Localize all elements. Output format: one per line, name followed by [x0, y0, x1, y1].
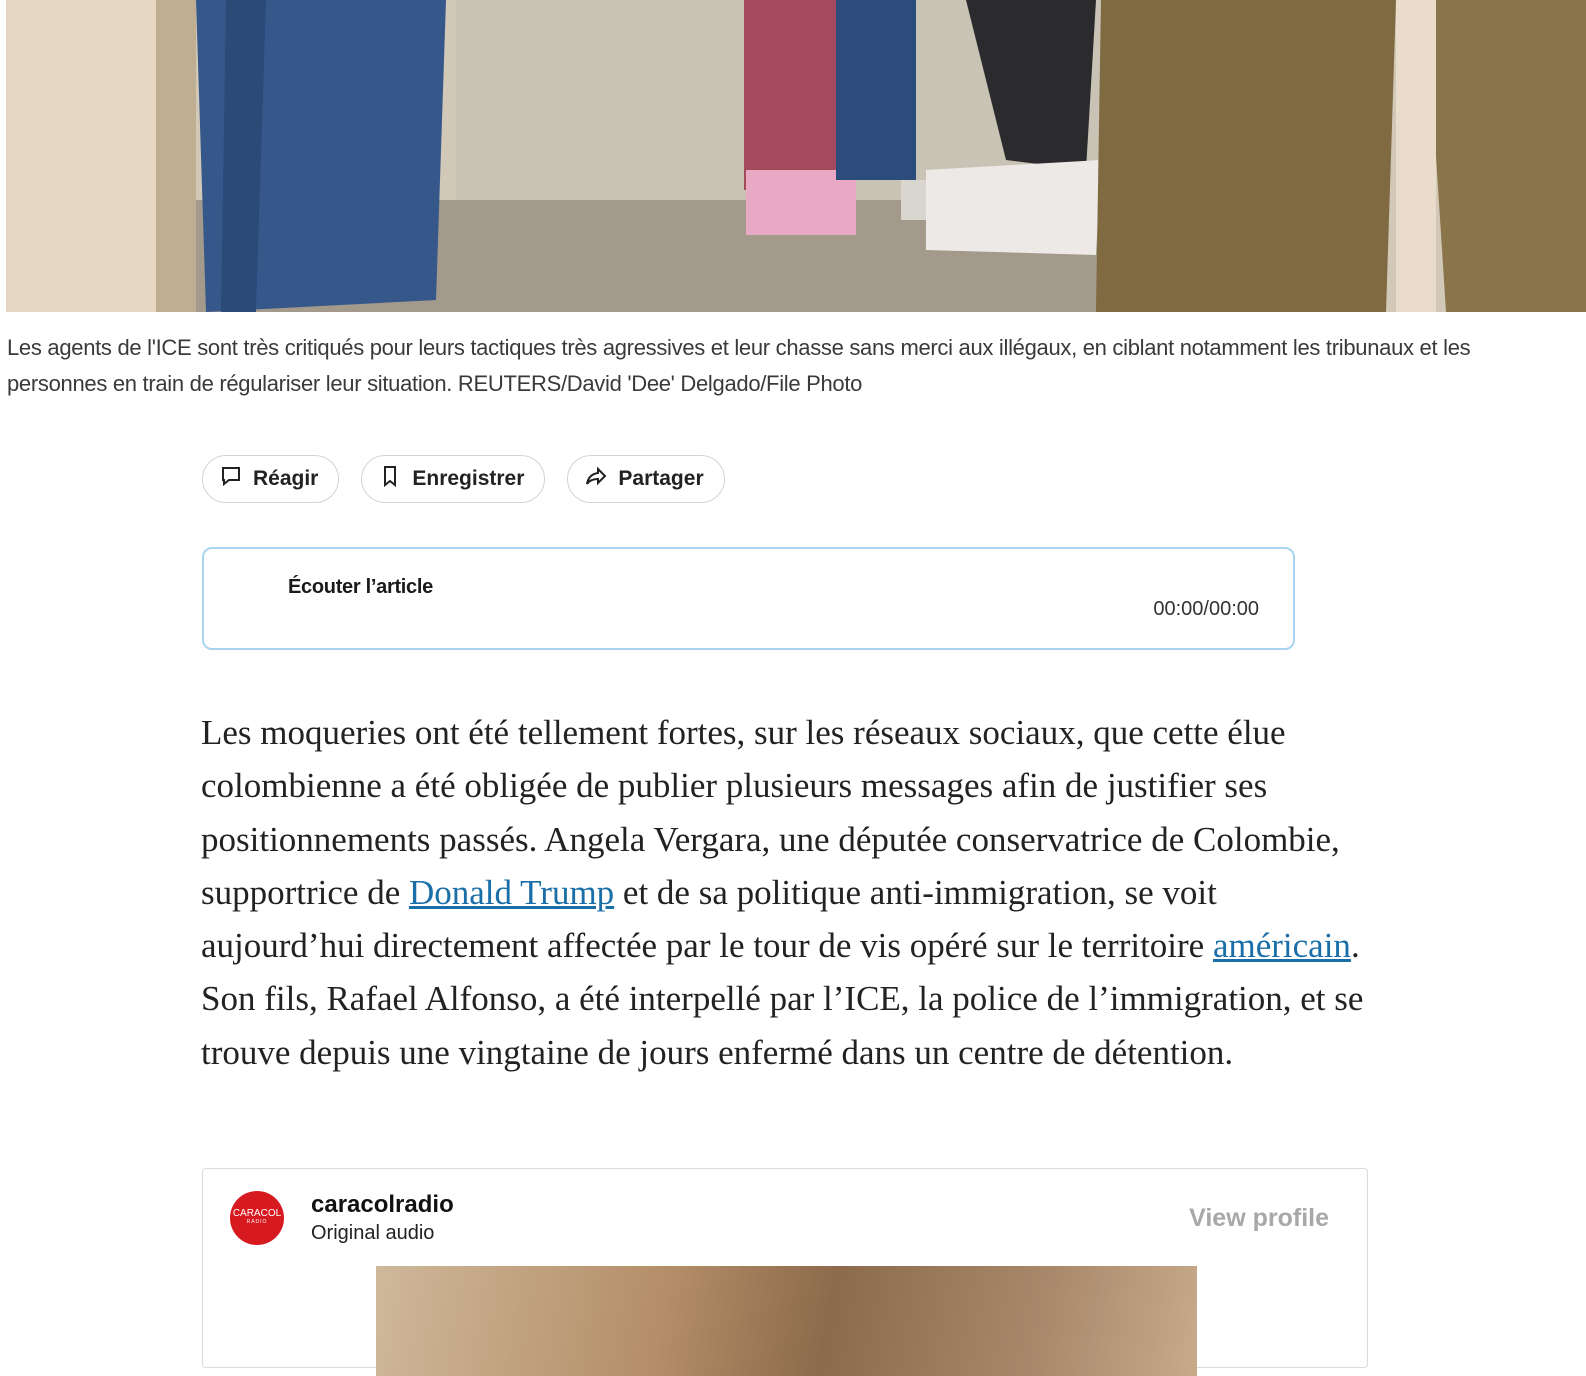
- view-profile-button[interactable]: View profile: [1189, 1204, 1329, 1233]
- article-actions: Réagir Enregistrer Partager: [202, 455, 725, 503]
- avatar[interactable]: CARACOL RADIO: [230, 1191, 284, 1245]
- save-label: Enregistrer: [412, 467, 525, 490]
- link-americain[interactable]: américain: [1213, 926, 1351, 965]
- share-button[interactable]: Partager: [567, 455, 725, 503]
- comment-icon: [219, 464, 243, 494]
- audio-player[interactable]: Écouter l’article 00:00/00:00: [202, 547, 1295, 650]
- hero-photo: [6, 0, 1586, 312]
- bookmark-icon: [378, 464, 402, 494]
- photo-caption: Les agents de l'ICE sont très critiqués …: [7, 335, 1471, 396]
- audio-time: 00:00/00:00: [1153, 598, 1259, 620]
- react-label: Réagir: [253, 467, 319, 490]
- avatar-subtext: RADIO: [246, 1219, 268, 1225]
- profile-subtitle: Original audio: [311, 1222, 435, 1244]
- audio-title: Écouter l’article: [288, 576, 433, 598]
- link-donald-trump[interactable]: Donald Trump: [409, 873, 614, 912]
- share-arrow-icon: [584, 464, 608, 494]
- save-button[interactable]: Enregistrer: [361, 455, 546, 503]
- social-embed: CARACOL RADIO caracolradio Original audi…: [202, 1168, 1368, 1376]
- profile-username[interactable]: caracolradio: [311, 1191, 454, 1219]
- avatar-text: CARACOL: [232, 1208, 282, 1219]
- share-label: Partager: [618, 467, 704, 490]
- article-paragraph: Les moqueries ont été tellement fortes, …: [201, 706, 1371, 1079]
- embed-media[interactable]: [376, 1266, 1197, 1376]
- react-button[interactable]: Réagir: [202, 455, 340, 503]
